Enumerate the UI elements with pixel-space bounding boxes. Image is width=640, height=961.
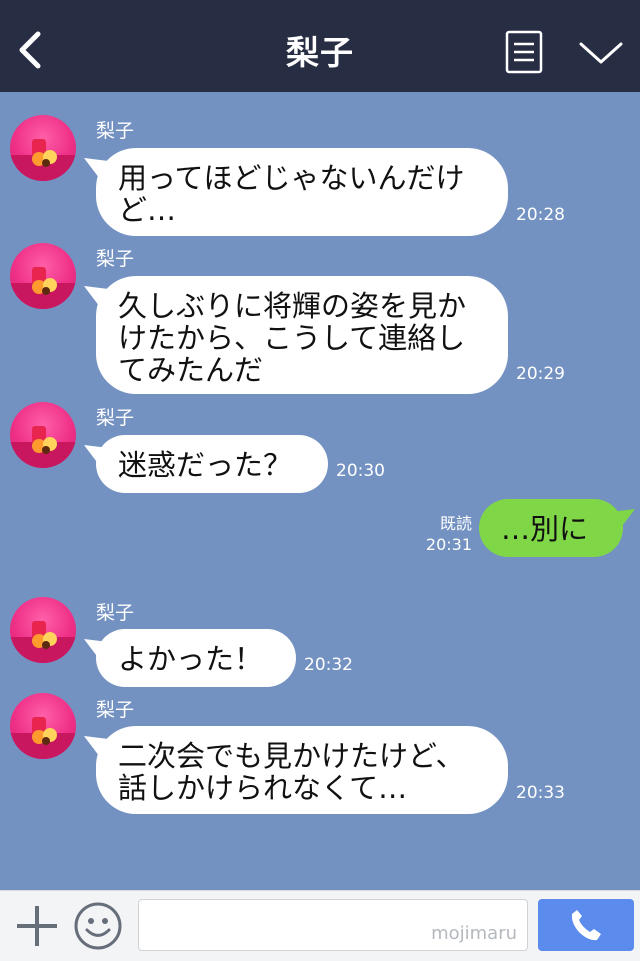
avatar-image bbox=[10, 621, 76, 663]
sender-name: 梨子 bbox=[96, 120, 135, 142]
sender-name: 梨子 bbox=[96, 407, 135, 429]
message-bubble[interactable]: 久しぶりに将輝の姿を見か けたから、こうして連絡し てみたんだ bbox=[96, 276, 508, 394]
message-time: 20:29 bbox=[516, 364, 565, 384]
avatar-image bbox=[10, 717, 76, 759]
message-bubble[interactable]: よかった！ bbox=[96, 629, 296, 687]
sender-name: 梨子 bbox=[96, 699, 135, 721]
own-message-bubble[interactable]: …別に bbox=[479, 499, 623, 557]
avatar[interactable] bbox=[10, 115, 76, 181]
message-bubble[interactable]: 迷惑だった？ bbox=[96, 435, 328, 493]
chat-title: 梨子 bbox=[286, 33, 354, 72]
message-time: 20:30 bbox=[336, 461, 385, 481]
input-bar: mojimaru bbox=[0, 890, 640, 961]
plus-icon[interactable] bbox=[14, 903, 60, 949]
avatar[interactable] bbox=[10, 597, 76, 663]
message-time: 20:32 bbox=[304, 655, 353, 675]
avatar-image bbox=[10, 267, 76, 309]
message-input[interactable]: mojimaru bbox=[138, 899, 528, 951]
read-receipt: 既読 20:31 bbox=[420, 513, 472, 555]
avatar[interactable] bbox=[10, 243, 76, 309]
chevron-down-icon[interactable] bbox=[578, 38, 624, 68]
message-list[interactable]: 梨子 用ってほどじゃないんだけ ど… 20:28 梨子 久しぶりに将輝の姿を見か… bbox=[0, 92, 640, 890]
message-bubble[interactable]: 用ってほどじゃないんだけ ど… bbox=[96, 148, 508, 236]
smiley-icon[interactable] bbox=[73, 901, 123, 951]
watermark-text: mojimaru bbox=[431, 923, 517, 944]
message-bubble[interactable]: 二次会でも見かけたけど、 話しかけられなくて… bbox=[96, 726, 508, 814]
message-time: 20:28 bbox=[516, 205, 565, 225]
menu-icon[interactable] bbox=[505, 30, 543, 74]
read-label: 既読 bbox=[439, 514, 472, 533]
avatar[interactable] bbox=[10, 402, 76, 468]
sender-name: 梨子 bbox=[96, 248, 135, 270]
message-time: 20:33 bbox=[516, 783, 565, 803]
phone-icon bbox=[571, 910, 601, 941]
call-button[interactable] bbox=[538, 899, 634, 951]
avatar-image bbox=[10, 139, 76, 181]
avatar-image bbox=[10, 426, 76, 468]
sender-name: 梨子 bbox=[96, 602, 135, 624]
avatar[interactable] bbox=[10, 693, 76, 759]
message-time: 20:31 bbox=[425, 535, 472, 554]
chat-header: 梨子 bbox=[0, 0, 640, 92]
